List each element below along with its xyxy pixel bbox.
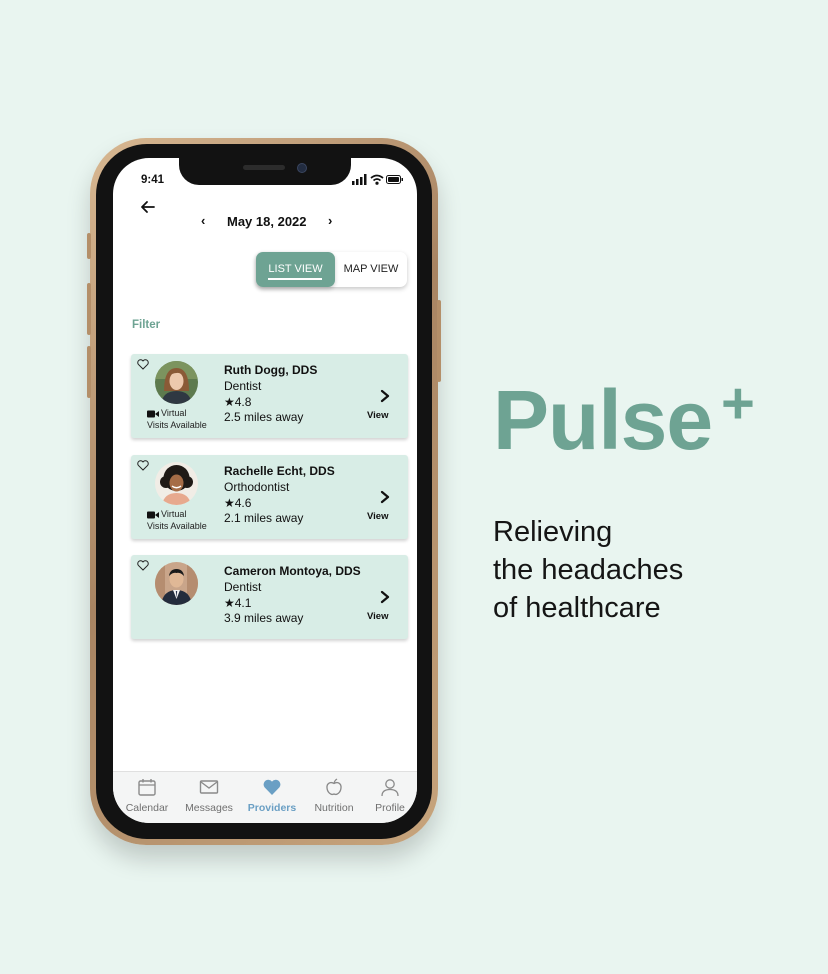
provider-rating: ★4.8	[224, 395, 252, 409]
mute-switch	[87, 233, 91, 259]
chevron-right-icon[interactable]	[379, 389, 391, 403]
provider-avatar	[155, 462, 198, 505]
visits-available-label: Visits Available	[147, 521, 207, 531]
video-camera-icon	[147, 410, 159, 418]
chevron-right-icon[interactable]	[379, 590, 391, 604]
favorite-heart-icon[interactable]	[137, 359, 149, 370]
tagline: Relieving the headaches of healthcare	[493, 513, 793, 627]
tab-nutrition[interactable]: Nutrition	[306, 772, 362, 823]
favorite-heart-icon[interactable]	[137, 560, 149, 571]
tagline-line: Relieving	[493, 516, 613, 548]
user-icon	[381, 779, 399, 797]
virtual-label: Virtual	[161, 408, 187, 418]
provider-name: Rachelle Echt, DDS	[224, 464, 335, 478]
visits-available-label: Visits Available	[147, 420, 207, 430]
provider-rating: ★4.1	[224, 596, 252, 610]
date-prev-button[interactable]: ‹	[201, 213, 205, 228]
list-view-underline	[268, 278, 322, 280]
provider-specialty: Dentist	[224, 580, 262, 594]
tab-providers-label: Providers	[247, 802, 297, 814]
heart-icon	[263, 779, 281, 795]
current-date: May 18, 2022	[227, 214, 307, 229]
provider-distance: 2.5 miles away	[224, 410, 304, 424]
front-camera	[297, 163, 307, 173]
provider-card[interactable]: Virtual Visits Available Rachelle Echt, …	[131, 455, 408, 539]
tagline-line: the headaches	[493, 554, 684, 586]
virtual-label: Virtual	[161, 509, 187, 519]
tab-messages-label: Messages	[185, 802, 233, 814]
volume-down-button	[87, 346, 91, 398]
provider-name: Cameron Montoya, DDS	[224, 564, 361, 578]
provider-specialty: Orthodontist	[224, 480, 290, 494]
video-camera-icon	[147, 511, 159, 519]
provider-avatar	[155, 562, 198, 605]
speaker	[243, 165, 285, 170]
signal-icon	[352, 174, 367, 185]
envelope-icon	[199, 780, 219, 794]
provider-rating: ★4.6	[224, 496, 252, 510]
list-view-label: LIST VIEW	[268, 263, 323, 275]
provider-avatar	[155, 361, 198, 404]
provider-specialty: Dentist	[224, 379, 262, 393]
volume-up-button	[87, 283, 91, 335]
tab-providers[interactable]: Providers	[242, 772, 302, 823]
status-time: 9:41	[141, 174, 165, 186]
status-icons	[352, 174, 404, 186]
tab-messages[interactable]: Messages	[179, 772, 239, 823]
provider-name: Ruth Dogg, DDS	[224, 363, 318, 377]
tab-calendar[interactable]: Calendar	[119, 772, 175, 823]
notch	[179, 158, 351, 185]
apple-icon	[326, 778, 342, 796]
view-toggle: LIST VIEW MAP VIEW	[256, 252, 407, 287]
tab-bar: Calendar Messages Providers Nutrition Pr…	[113, 771, 417, 823]
date-bar: ‹ May 18, 2022 ›	[113, 213, 417, 233]
battery-icon	[386, 175, 403, 184]
tagline-line: of healthcare	[493, 592, 661, 624]
view-button[interactable]: View	[367, 611, 388, 622]
tab-profile[interactable]: Profile	[365, 772, 415, 823]
calendar-icon	[138, 779, 156, 796]
wifi-icon	[370, 174, 384, 185]
chevron-right-icon[interactable]	[379, 490, 391, 504]
favorite-heart-icon[interactable]	[137, 460, 149, 471]
provider-card[interactable]: Virtual Visits Available Ruth Dogg, DDS …	[131, 354, 408, 438]
provider-distance: 3.9 miles away	[224, 611, 304, 625]
date-next-button[interactable]: ›	[328, 213, 332, 228]
list-view-button[interactable]: LIST VIEW	[256, 252, 335, 287]
phone-screen: 9:41 ‹ May 18, 2022 › LIST VIEW MAP VIEW…	[113, 158, 417, 823]
power-button	[437, 300, 441, 382]
view-button[interactable]: View	[367, 511, 388, 522]
provider-distance: 2.1 miles away	[224, 511, 304, 525]
tab-profile-label: Profile	[375, 802, 405, 814]
view-button[interactable]: View	[367, 410, 388, 421]
map-view-button[interactable]: MAP VIEW	[335, 252, 407, 287]
tab-calendar-label: Calendar	[125, 802, 169, 814]
brand-plus: +	[721, 371, 755, 436]
brand-name: Pulse	[493, 373, 713, 467]
provider-card[interactable]: Cameron Montoya, DDS Dentist ★4.1 3.9 mi…	[131, 555, 408, 639]
filter-button[interactable]: Filter	[132, 319, 160, 331]
tab-nutrition-label: Nutrition	[314, 802, 354, 814]
